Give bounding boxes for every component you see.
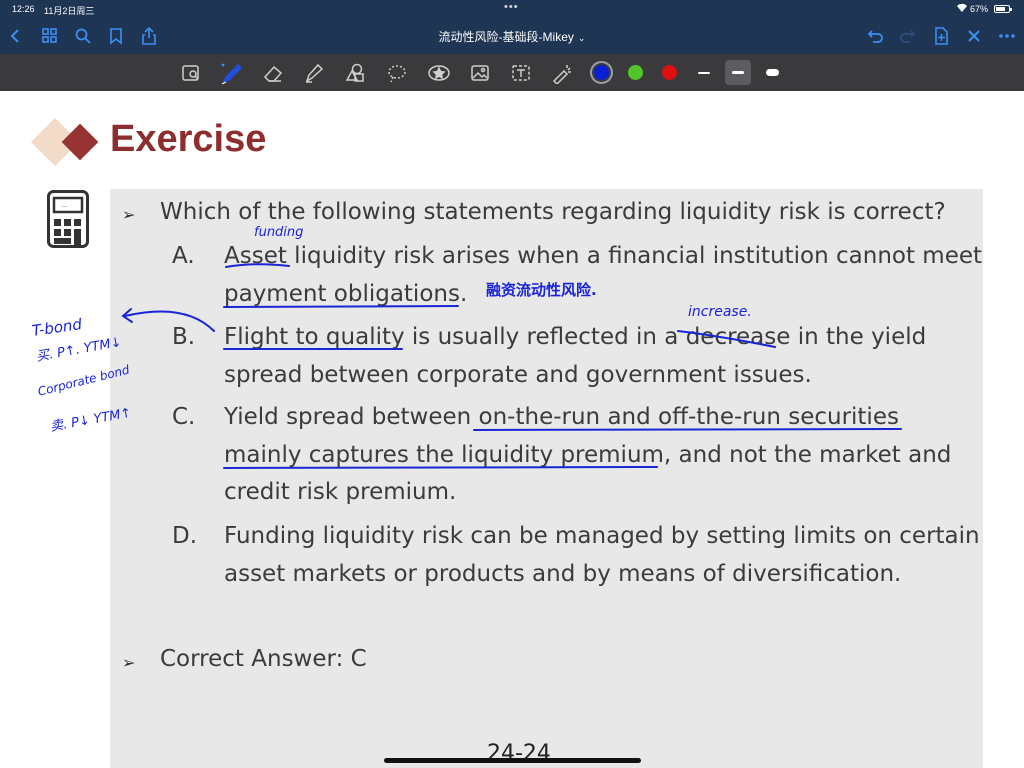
- home-indicator[interactable]: [384, 758, 641, 763]
- option-text-segment: on-the-run and off-the-run securities: [478, 404, 899, 430]
- option-text-segment: payment obligations: [224, 280, 460, 307]
- app-bar: 流动性风险-基础段-Mikey ⌄: [0, 18, 1024, 54]
- stroke-thin[interactable]: [691, 60, 717, 85]
- option-line: credit risk premium.: [224, 479, 456, 505]
- status-date: 11月2日周三: [44, 6, 95, 16]
- color-swatch-green[interactable]: [628, 65, 643, 80]
- option-line: Flight to quality is usually reflected i…: [224, 324, 926, 350]
- option-line: Asset liquidity risk arises when a finan…: [224, 243, 982, 269]
- ink-rongzi: 融资流动性风险.: [486, 281, 597, 299]
- color-swatch-blue[interactable]: [594, 65, 609, 80]
- battery-percent: 67%: [970, 4, 989, 14]
- svg-text:...: ...: [62, 202, 68, 209]
- option-letter: B.: [172, 324, 196, 350]
- option-line: asset markets or products and by means o…: [224, 561, 901, 587]
- multitask-dots[interactable]: •••: [504, 1, 519, 13]
- eraser-icon[interactable]: [262, 62, 284, 84]
- wifi-icon: [956, 3, 968, 15]
- chevron-down-icon: ⌄: [577, 33, 586, 43]
- lasso-icon[interactable]: [386, 62, 408, 84]
- option-letter: D.: [172, 523, 198, 549]
- slide-title: Exercise: [110, 118, 267, 160]
- calculator-icon: ...: [47, 190, 89, 248]
- option-line: payment obligations.: [224, 281, 467, 307]
- option-text-segment: is usually reflected in a: [404, 324, 686, 350]
- option-letter: C.: [172, 404, 196, 430]
- laser-pointer-icon[interactable]: [551, 62, 573, 86]
- option-text-segment: Asset: [224, 243, 287, 269]
- redo-icon[interactable]: [898, 26, 918, 46]
- option-line: mainly captures the liquidity premium, a…: [224, 442, 951, 468]
- option-text-segment: in the yield: [790, 324, 927, 350]
- option-text-segment: Flight to quality: [224, 324, 405, 350]
- color-swatch-red[interactable]: [662, 65, 677, 80]
- correct-answer: Correct Answer: C: [160, 646, 367, 672]
- battery-icon: [994, 5, 1012, 13]
- lasso-image-icon[interactable]: [180, 62, 202, 84]
- highlighter-icon[interactable]: [303, 62, 325, 84]
- ink-tbond: T-bond: [30, 315, 83, 340]
- option-text-segment: credit risk premium.: [224, 479, 457, 505]
- status-time: 12:26: [12, 4, 35, 14]
- option-text-segment: , and not the market and: [663, 441, 952, 468]
- option-text-segment: decrease: [685, 324, 791, 350]
- option-text-segment: liquidity risk arises when a financial i…: [286, 243, 983, 269]
- ink-funding: funding: [254, 225, 304, 240]
- drawing-toolbar: [0, 54, 1024, 91]
- shapes-icon[interactable]: [344, 62, 366, 84]
- sticker-icon[interactable]: [427, 62, 450, 84]
- stroke-medium[interactable]: [725, 60, 751, 85]
- option-line: Yield spread between on-the-run and off-…: [224, 404, 899, 430]
- add-page-icon[interactable]: [931, 26, 951, 46]
- option-line: spread between corporate and government …: [224, 362, 812, 388]
- option-text-segment: Funding liquidity risk can be managed by…: [224, 523, 980, 549]
- image-icon[interactable]: [469, 62, 491, 84]
- text-icon[interactable]: [510, 62, 532, 84]
- undo-icon[interactable]: [865, 26, 885, 46]
- more-icon[interactable]: [997, 26, 1017, 46]
- ink-increase: increase.: [688, 304, 752, 320]
- pen-icon[interactable]: [218, 62, 242, 85]
- question-text: Which of the following statements regard…: [160, 199, 946, 225]
- answer-bullet-icon: ➢: [122, 653, 136, 672]
- option-text-segment: .: [459, 280, 468, 307]
- option-letter: A.: [172, 243, 195, 269]
- status-bar: 12:26 11月2日周三 ••• 67%: [0, 0, 1024, 18]
- option-text-segment: asset markets or products and by means o…: [224, 560, 902, 587]
- question-bullet-icon: ➢: [122, 205, 136, 224]
- close-icon[interactable]: [964, 26, 984, 46]
- option-text-segment: mainly captures the liquidity premium: [224, 441, 664, 468]
- document-title-text: 流动性风险-基础段-Mikey: [438, 30, 574, 44]
- stroke-thick[interactable]: [759, 60, 785, 85]
- option-line: Funding liquidity risk can be managed by…: [224, 523, 980, 549]
- option-text-segment: spread between corporate and government …: [224, 361, 812, 388]
- option-text-segment: Yield spread between: [224, 404, 479, 430]
